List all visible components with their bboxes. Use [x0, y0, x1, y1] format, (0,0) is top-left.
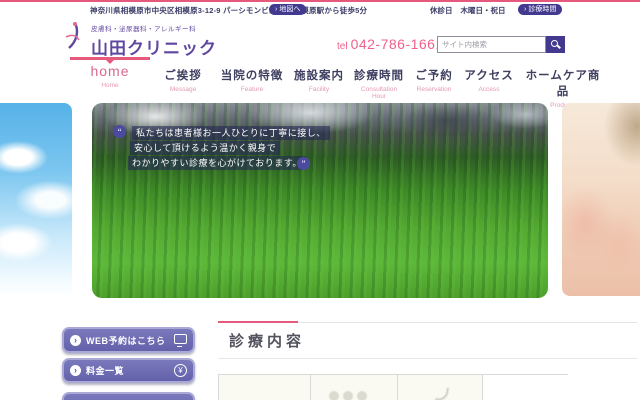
hours-button[interactable]: ›診療時間: [518, 4, 562, 15]
department-list: 皮膚科・泌尿器科・アレルギー科: [91, 23, 217, 33]
search-button[interactable]: [546, 36, 565, 53]
hero-carousel: “ 私たちは患者様お一人ひとりに丁寧に接し、 安心して頂けるよう温かく親身で わ…: [0, 103, 640, 298]
chevron-right-icon: ›: [275, 6, 277, 13]
hero-quote-line: 私たちは患者様お一人ひとりに丁寧に接し、: [132, 126, 330, 139]
service-icon-placeholder: [435, 386, 449, 400]
active-tab-indicator: [70, 57, 150, 60]
search-icon: [551, 40, 558, 47]
clinic-logo-icon: [63, 21, 85, 51]
clinic-homepage: 神奈川県相模原市中央区相模原3-12-9 パーシモンビル1F 相模原駅から徒歩5…: [0, 0, 640, 400]
monitor-icon: [174, 334, 187, 344]
nav-item-feature[interactable]: 当院の特徴Feature: [220, 67, 284, 93]
services-grid: [218, 374, 568, 400]
web-reservation-button[interactable]: › WEB予約はこちら: [62, 327, 195, 353]
nav-item-facility[interactable]: 施設案内Facility: [292, 67, 346, 93]
nav-item-message[interactable]: ご挨拶Message: [158, 67, 208, 93]
clinic-name: 山田クリニック: [91, 34, 217, 59]
section-title-medical-services: 診療内容: [229, 330, 305, 351]
nav-item-home[interactable]: homeHome: [80, 63, 140, 89]
nav-item-reservation[interactable]: ご予約Reservation: [414, 67, 454, 93]
service-icon-placeholder: [329, 391, 339, 400]
carousel-slide-sky-image: [0, 103, 72, 297]
clinic-logo[interactable]: 皮膚科・泌尿器科・アレルギー科 山田クリニック: [63, 21, 217, 59]
service-cell[interactable]: [311, 375, 398, 400]
carousel-slide-face-image: [562, 103, 640, 296]
top-info-bar: 神奈川県相模原市中央区相模原3-12-9 パーシモンビル1F 相模原駅から徒歩5…: [0, 2, 640, 16]
service-cell[interactable]: [219, 375, 311, 400]
main-navigation: homeHome ご挨拶Message 当院の特徴Feature 施設案内Fac…: [0, 57, 640, 103]
open-quote-icon: “: [113, 125, 126, 138]
service-cell[interactable]: [483, 375, 569, 400]
map-button[interactable]: ›地図へ: [269, 4, 306, 15]
sidebar-button-partial[interactable]: ›: [62, 392, 195, 400]
hero-quote-line: 安心して頂けるよう温かく親身で: [130, 141, 280, 154]
nav-item-access[interactable]: アクセスAccess: [462, 67, 516, 93]
search-input[interactable]: [437, 36, 546, 53]
hero-quote-line: わかりやすい診療を心がけております。: [128, 156, 306, 169]
chevron-right-icon: ›: [524, 6, 526, 13]
price-list-button[interactable]: › 料金一覧 ¥: [62, 358, 195, 383]
chevron-right-icon: ›: [70, 335, 81, 346]
close-quote-icon: ”: [297, 157, 310, 170]
chevron-right-icon: ›: [70, 365, 81, 376]
nav-item-consultation-hour[interactable]: 診療時間Consultation Hour: [354, 67, 404, 100]
site-search: [437, 36, 565, 53]
section-divider: [218, 358, 637, 359]
closed-days-info: 休診日木曜日・祝日: [430, 5, 506, 16]
clinic-address: 神奈川県相模原市中央区相模原3-12-9 パーシモンビル1F 相模原駅から徒歩5…: [90, 5, 367, 16]
yen-icon: ¥: [174, 364, 187, 377]
section-accent-border: [218, 321, 298, 323]
service-cell[interactable]: [398, 375, 483, 400]
phone-number: tel042-786-1661: [337, 36, 444, 54]
